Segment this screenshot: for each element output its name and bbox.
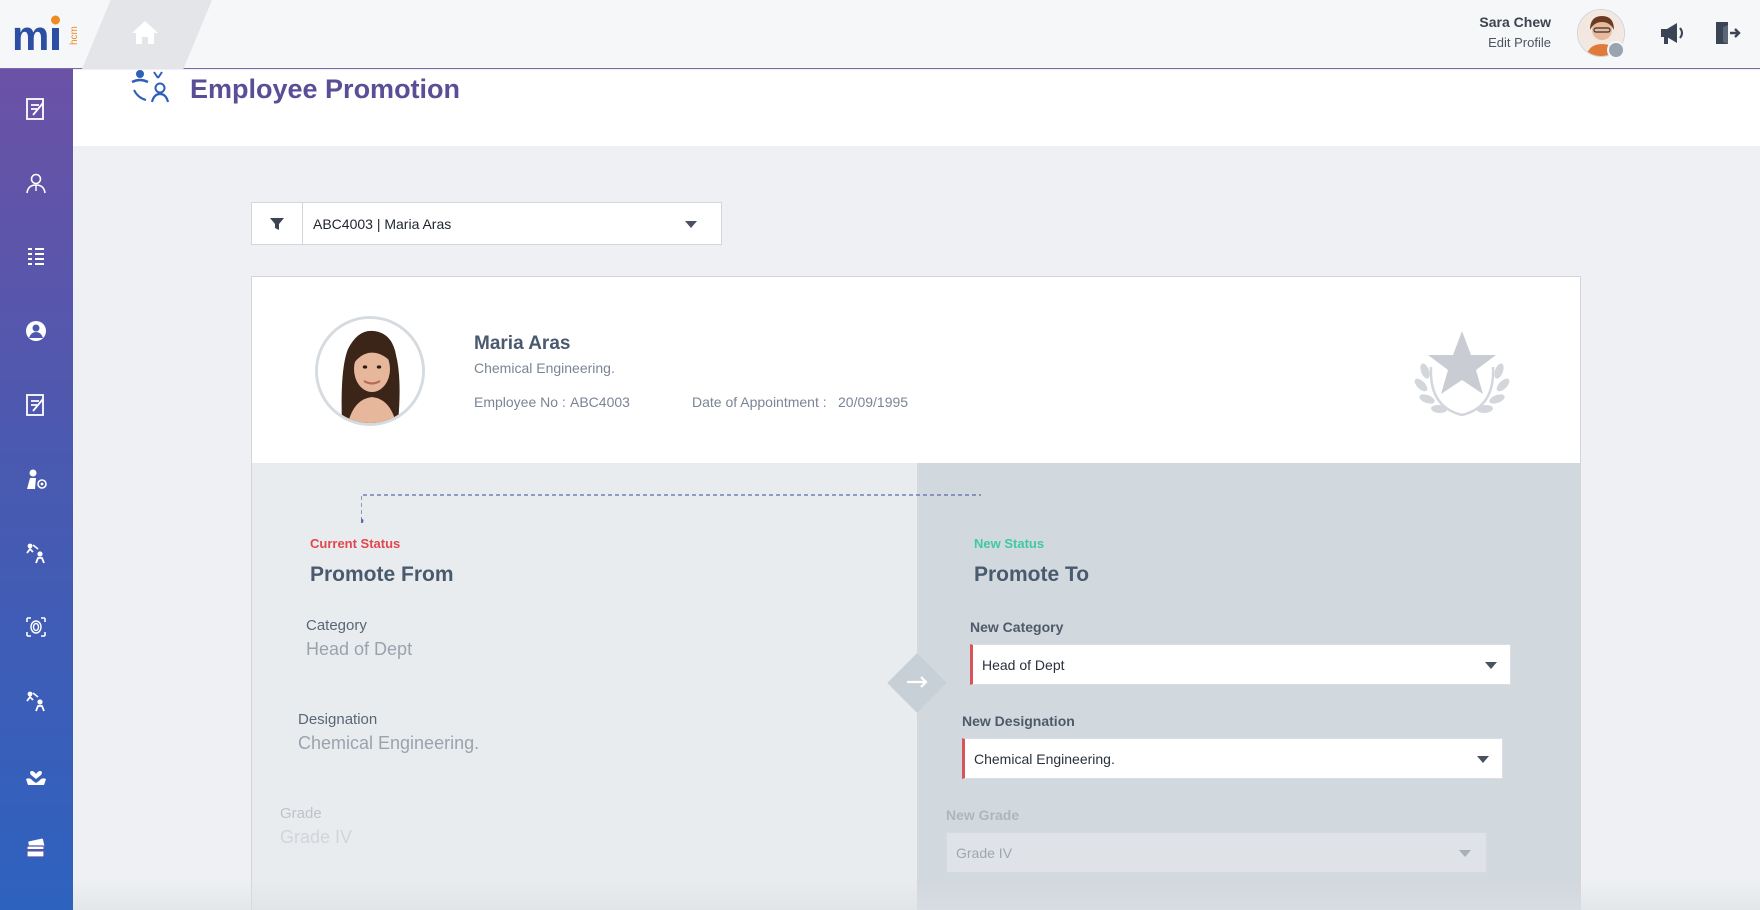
megaphone-icon[interactable] <box>1657 18 1687 48</box>
user-name[interactable]: Sara Chew <box>1479 14 1551 30</box>
sidebar-item-attendance[interactable] <box>19 610 53 644</box>
sidebar-item-lists[interactable] <box>19 240 53 274</box>
current-status-label: Current Status <box>310 536 401 551</box>
form-icon <box>26 98 44 120</box>
form-icon <box>26 394 44 416</box>
status-connector-line <box>361 494 981 523</box>
person-settings-icon <box>27 469 47 489</box>
filter-icon <box>270 217 284 230</box>
sidebar-item-requests[interactable] <box>19 388 53 422</box>
new-category-value: Head of Dept <box>982 657 1065 673</box>
payment-card-icon <box>26 838 45 858</box>
category-value: Head of Dept <box>306 639 413 659</box>
mihcm-logo[interactable]: m hcm <box>12 10 80 56</box>
new-designation-label: New Designation <box>962 713 1075 729</box>
page-title: Employee Promotion <box>190 74 461 104</box>
employee-summary: Maria Aras Chemical Engineering. Employe… <box>252 277 1580 463</box>
filter-icon-button[interactable] <box>252 203 303 244</box>
award-star-icon <box>1414 331 1510 417</box>
employee-filter-select[interactable]: ABC4003 | Maria Aras <box>251 202 722 245</box>
employee-no-label: Employee No : <box>474 394 566 410</box>
logout-icon[interactable] <box>1711 18 1741 48</box>
svg-text:m: m <box>12 12 49 56</box>
svg-text:hcm: hcm <box>69 26 80 45</box>
employee-department: Chemical Engineering. <box>474 360 615 376</box>
appointment-date-label: Date of Appointment : <box>692 394 827 410</box>
sidebar-item-forms[interactable] <box>19 92 53 126</box>
employee-no-value: ABC4003 <box>570 394 630 410</box>
chevron-down-icon[interactable] <box>1477 756 1489 763</box>
employee-promotion-icon <box>131 70 170 103</box>
new-designation-value: Chemical Engineering. <box>974 751 1115 767</box>
transfer-icon <box>26 691 45 712</box>
grade-value: Grade IV <box>280 827 353 847</box>
grade-label: Grade <box>280 805 322 822</box>
new-designation-select[interactable]: Chemical Engineering. <box>962 738 1503 779</box>
employee-icon <box>26 173 46 194</box>
sidebar-item-employees[interactable] <box>19 166 53 200</box>
employee-name: Maria Aras <box>474 333 571 354</box>
sidebar <box>0 69 73 910</box>
home-icon[interactable] <box>128 16 162 48</box>
list-icon <box>28 248 44 265</box>
promotion-icon <box>26 543 45 564</box>
sidebar-item-welfare[interactable] <box>19 758 53 792</box>
edit-profile-link[interactable]: Edit Profile <box>1488 35 1551 50</box>
top-bar: m hcm Sara Chew Edit Profile <box>0 0 1760 69</box>
designation-value: Chemical Engineering. <box>298 733 480 753</box>
profile-icon <box>26 321 46 341</box>
new-grade-label: New Grade <box>946 807 1020 823</box>
category-label: Category <box>306 617 367 634</box>
arrow-right-icon <box>907 676 928 688</box>
promote-from-title: Promote From <box>310 563 454 586</box>
avatar-settings-icon[interactable] <box>1607 41 1625 59</box>
care-icon <box>26 771 46 785</box>
new-grade-select[interactable]: Grade IV <box>946 832 1487 873</box>
promote-to-title: Promote To <box>974 563 1090 586</box>
new-category-select[interactable]: Head of Dept <box>970 644 1511 685</box>
sidebar-item-payroll[interactable] <box>19 832 53 866</box>
chevron-down-icon[interactable] <box>1459 850 1471 857</box>
appointment-date-value: 20/09/1995 <box>838 394 909 410</box>
new-grade-value: Grade IV <box>956 845 1013 861</box>
chevron-down-icon[interactable] <box>1485 662 1497 669</box>
new-category-label: New Category <box>970 619 1064 635</box>
chevron-down-icon[interactable] <box>685 221 697 228</box>
sidebar-item-promotion[interactable] <box>19 536 53 570</box>
sidebar-item-transfer[interactable] <box>19 684 53 718</box>
new-status-label: New Status <box>974 536 1045 551</box>
promotion-card: Maria Aras Chemical Engineering. Employe… <box>251 276 1581 910</box>
sidebar-item-profile[interactable] <box>19 314 53 348</box>
filter-selected-value: ABC4003 | Maria Aras <box>313 216 452 232</box>
sidebar-item-person-settings[interactable] <box>19 462 53 496</box>
designation-label: Designation <box>298 711 378 728</box>
fingerprint-icon <box>26 617 46 637</box>
employee-photo <box>315 316 425 426</box>
